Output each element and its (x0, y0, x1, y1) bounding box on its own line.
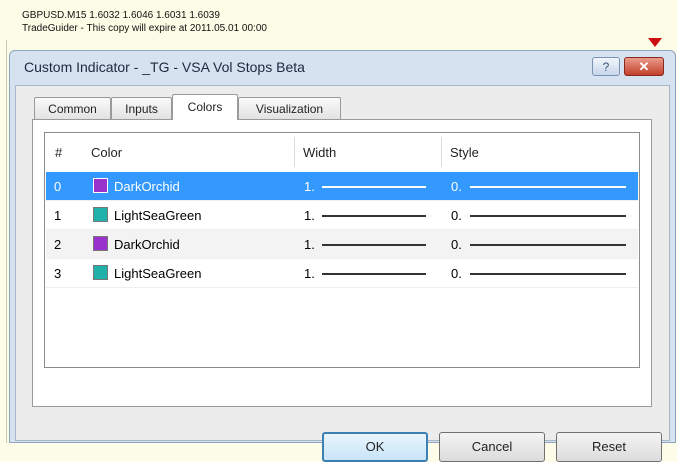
reset-button[interactable]: Reset (556, 432, 662, 462)
row-number: 2 (54, 237, 62, 252)
help-button[interactable]: ? (592, 57, 620, 76)
row-number: 1 (54, 208, 62, 223)
style-value[interactable]: 0. (451, 266, 462, 281)
color-name[interactable]: LightSeaGreen (114, 208, 201, 223)
style-line-preview (470, 244, 626, 246)
color-name[interactable]: DarkOrchid (114, 237, 180, 252)
color-name[interactable]: DarkOrchid (114, 179, 180, 194)
style-value[interactable]: 0. (451, 179, 462, 194)
tab-inputs[interactable]: Inputs (111, 97, 172, 119)
color-swatch[interactable] (93, 207, 108, 222)
color-name[interactable]: LightSeaGreen (114, 266, 201, 281)
column-divider[interactable] (294, 137, 295, 167)
chart-expiry-notice: TradeGuider - This copy will expire at 2… (22, 23, 267, 34)
chart-info: GBPUSD.M15 1.6032 1.6046 1.6031 1.6039 T… (22, 9, 267, 35)
colors-list[interactable]: # Color Width Style 0 DarkOrchid 1. 0. 1… (44, 132, 640, 368)
custom-indicator-dialog: Custom Indicator - _TG - VSA Vol Stops B… (9, 50, 676, 462)
table-row[interactable]: 1 LightSeaGreen 1. 0. (46, 201, 638, 230)
cancel-button[interactable]: Cancel (439, 432, 545, 462)
style-value[interactable]: 0. (451, 208, 462, 223)
tab-common[interactable]: Common (34, 97, 111, 119)
width-value[interactable]: 1. (304, 266, 315, 281)
width-line-preview (322, 215, 426, 217)
table-row[interactable]: 2 DarkOrchid 1. 0. (46, 230, 638, 259)
column-header-style[interactable]: Style (450, 145, 479, 160)
color-swatch[interactable] (93, 265, 108, 280)
color-swatch[interactable] (93, 236, 108, 251)
column-divider[interactable] (441, 137, 442, 167)
table-row[interactable]: 3 LightSeaGreen 1. 0. (46, 259, 638, 288)
close-button[interactable]: ✕ (624, 57, 664, 76)
row-number: 3 (54, 266, 62, 281)
width-line-preview (322, 273, 426, 275)
red-arrow-icon (648, 38, 662, 47)
style-line-preview (470, 186, 626, 188)
tab-colors[interactable]: Colors (172, 94, 238, 120)
width-line-preview (322, 186, 426, 188)
chart-symbol-quote: GBPUSD.M15 1.6032 1.6046 1.6031 1.6039 (22, 10, 220, 21)
color-swatch[interactable] (93, 178, 108, 193)
width-value[interactable]: 1. (304, 179, 315, 194)
style-value[interactable]: 0. (451, 237, 462, 252)
width-value[interactable]: 1. (304, 208, 315, 223)
column-header-width[interactable]: Width (303, 145, 336, 160)
list-header: # Color Width Style (45, 133, 639, 171)
dialog-titlebar[interactable]: Custom Indicator - _TG - VSA Vol Stops B… (10, 51, 675, 85)
row-number: 0 (54, 179, 62, 194)
style-line-preview (470, 215, 626, 217)
dialog-client-area: Common Inputs Colors Visualization # Col… (15, 85, 670, 462)
chart-axis-line (6, 40, 7, 443)
colors-tab-panel: # Color Width Style 0 DarkOrchid 1. 0. 1… (32, 119, 652, 407)
ok-button[interactable]: OK (322, 432, 428, 462)
tab-visualization[interactable]: Visualization (238, 97, 341, 119)
column-header-number[interactable]: # (55, 145, 62, 160)
dialog-title: Custom Indicator - _TG - VSA Vol Stops B… (24, 59, 305, 75)
width-value[interactable]: 1. (304, 237, 315, 252)
table-row[interactable]: 0 DarkOrchid 1. 0. (46, 172, 638, 201)
width-line-preview (322, 244, 426, 246)
style-line-preview (470, 273, 626, 275)
column-header-color[interactable]: Color (91, 145, 122, 160)
